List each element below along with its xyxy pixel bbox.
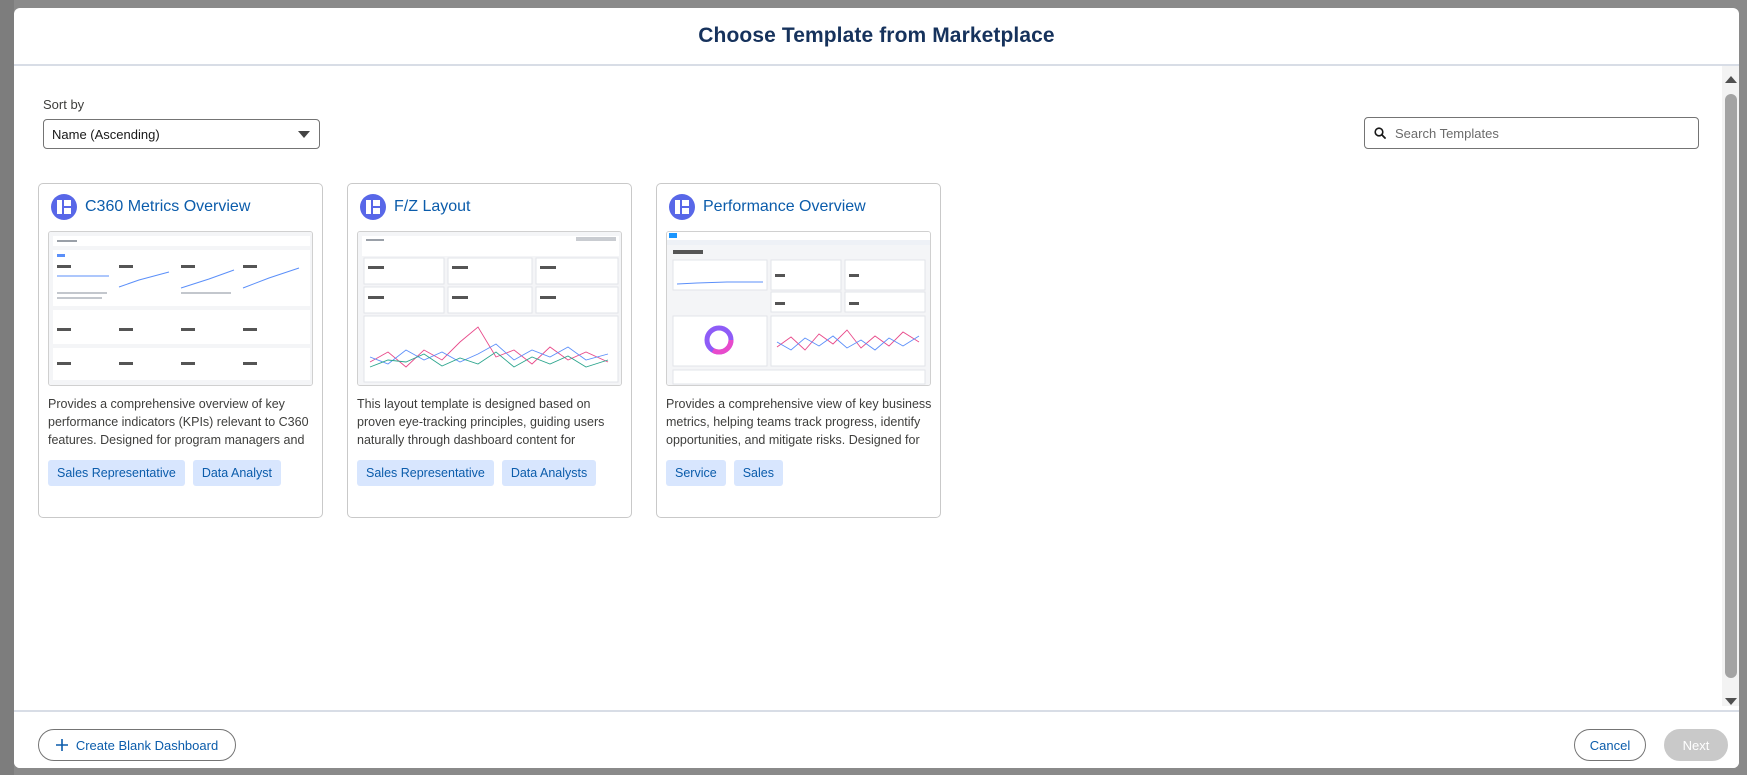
card-title[interactable]: C360 Metrics Overview (85, 198, 250, 216)
sort-select[interactable]: Name (Ascending) (43, 119, 320, 149)
sort-label: Sort by (43, 97, 85, 112)
search-icon (1365, 118, 1395, 148)
modal-title: Choose Template from Marketplace (698, 24, 1055, 47)
cancel-button[interactable]: Cancel (1574, 729, 1646, 761)
card-preview-image (48, 231, 313, 386)
card-tags: Sales Representative Data Analyst (48, 460, 282, 486)
dashboard-template-icon (360, 194, 386, 220)
card-preview-image (357, 231, 622, 386)
dashboard-template-icon (51, 194, 77, 220)
tag: Data Analysts (501, 460, 597, 486)
sort-selected-value: Name (Ascending) (52, 126, 160, 142)
card-preview-image (666, 231, 931, 386)
modal-backdrop (0, 0, 14, 775)
template-card-performance-overview[interactable]: Performance Overview Provides a comprehe… (656, 183, 941, 518)
template-card-c360[interactable]: C360 Metrics Overview Provides a compreh… (38, 183, 323, 518)
card-header: F/Z Layout (360, 194, 470, 220)
template-modal: Choose Template from Marketplace Sort by… (14, 8, 1739, 768)
plus-icon (55, 739, 68, 751)
card-title[interactable]: F/Z Layout (394, 198, 470, 216)
search-input[interactable] (1395, 125, 1685, 141)
card-description: Provides a comprehensive overview of key… (48, 397, 309, 447)
dashboard-template-icon (669, 194, 695, 220)
create-blank-dashboard-button[interactable]: Create Blank Dashboard (38, 729, 236, 761)
tag: Data Analyst (192, 460, 282, 486)
tag: Sales Representative (357, 460, 494, 486)
scroll-up-arrow-icon[interactable] (1724, 71, 1738, 89)
card-header: Performance Overview (669, 194, 866, 220)
chevron-down-icon (298, 131, 310, 138)
tag: Service (666, 460, 726, 486)
card-tags: Sales Representative Data Analysts (357, 460, 597, 486)
card-description: Provides a comprehensive view of key bus… (666, 397, 932, 447)
scrollbar-thumb[interactable] (1725, 94, 1737, 678)
next-button[interactable]: Next (1664, 729, 1728, 761)
create-blank-dashboard-label: Create Blank Dashboard (75, 737, 219, 753)
modal-header: Choose Template from Marketplace (14, 8, 1739, 66)
card-tags: Service Sales (666, 460, 783, 486)
card-header: C360 Metrics Overview (51, 194, 250, 220)
card-description: This layout template is designed based o… (357, 397, 605, 447)
card-title[interactable]: Performance Overview (703, 198, 866, 216)
tag: Sales (733, 460, 783, 486)
template-card-fz-layout[interactable]: F/Z Layout This layout template is desig… (347, 183, 632, 518)
tag: Sales Representative (48, 460, 185, 486)
modal-footer: Create Blank Dashboard Cancel Next (14, 710, 1739, 768)
modal-body: Sort by Name (Ascending) C360 Metrics Ov… (14, 66, 1739, 706)
search-box[interactable] (1364, 117, 1699, 149)
